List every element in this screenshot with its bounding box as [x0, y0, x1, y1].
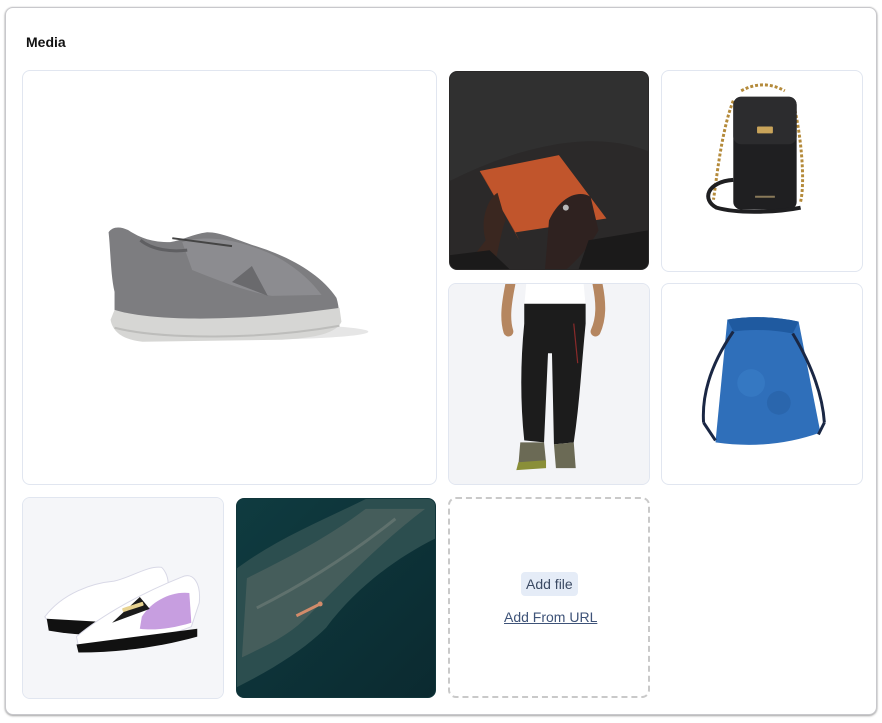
media-item-aerial-ocean-swimmer[interactable]: [236, 498, 436, 698]
media-item-black-chain-crossbody-bag[interactable]: [661, 70, 863, 272]
upload-dropzone[interactable]: Add file Add From URL: [448, 497, 650, 698]
media-item-blue-drawstring-bag[interactable]: [661, 283, 863, 485]
media-title: Media: [26, 34, 66, 50]
add-file-button[interactable]: Add file: [521, 572, 578, 596]
add-from-url-link[interactable]: Add From URL: [504, 609, 597, 625]
folio-image: [450, 72, 648, 269]
media-item-orange-leather-folio[interactable]: [449, 71, 649, 270]
hiking-pants-image: [449, 284, 649, 484]
sneakers-pair-image: [23, 498, 223, 698]
crossbody-bag-image: [706, 83, 805, 214]
media-item-black-hiking-pants[interactable]: [448, 283, 650, 485]
sneaker-image: [108, 227, 369, 342]
drawstring-bag-image: [701, 317, 826, 445]
aerial-ocean-image: [237, 499, 435, 697]
media-item-purple-white-sneakers[interactable]: [22, 497, 224, 699]
media-item-grey-running-sneaker[interactable]: [22, 70, 437, 485]
